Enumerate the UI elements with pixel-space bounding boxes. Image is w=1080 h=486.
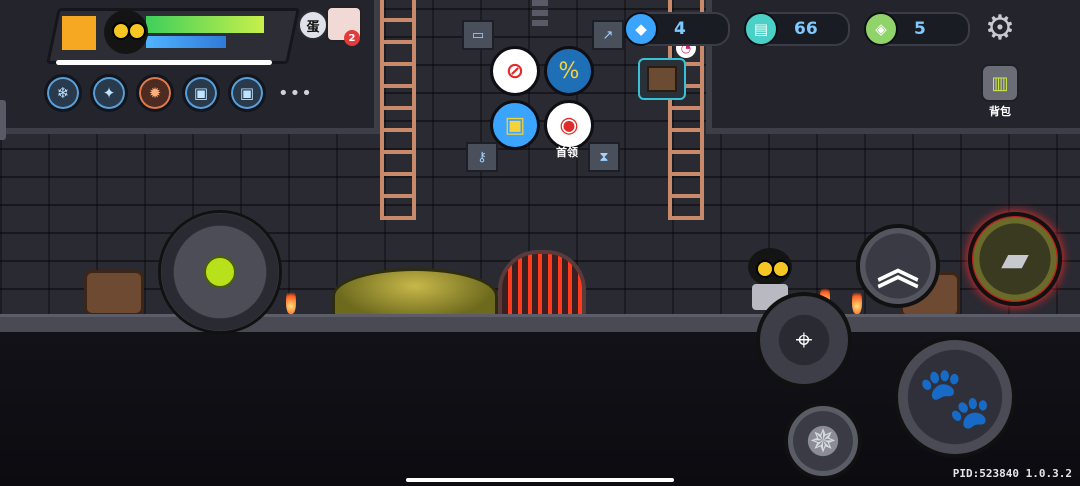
crate-icon bbox=[647, 66, 677, 92]
egg-chip: 蛋 bbox=[298, 10, 328, 40]
diamond-icon: ◆ bbox=[624, 12, 658, 46]
gun-icon: ▰ bbox=[1001, 238, 1029, 280]
skill-button[interactable]: ✵ bbox=[784, 402, 862, 480]
backpack-icon: ▥ bbox=[981, 64, 1019, 102]
side-drawer-handle[interactable] bbox=[0, 100, 6, 140]
double-chevron-up-icon: ︽ bbox=[876, 244, 919, 294]
scroll-icon[interactable]: ▭ bbox=[462, 20, 494, 50]
backpack-label: 背包 bbox=[989, 105, 1011, 118]
build-id: PID:523840 1.0.3.2 bbox=[952, 467, 1072, 480]
currency-diamond[interactable]: ◆ 4 bbox=[624, 12, 730, 46]
fire-hazard bbox=[852, 288, 862, 314]
boss-icon[interactable]: ◉ bbox=[544, 100, 594, 150]
weapon-switch-button[interactable]: ▰ bbox=[968, 212, 1062, 306]
ban-icon[interactable]: ⊘ bbox=[490, 46, 540, 96]
fire-hazard bbox=[286, 288, 296, 314]
key-icon[interactable]: ⚷ bbox=[466, 142, 498, 172]
gem-icon: ◈ bbox=[864, 12, 898, 46]
chip-buff-icon[interactable]: ▣ bbox=[182, 74, 220, 112]
buff-list: ❄ ✦ ✹ ▣ ▣ ••• bbox=[44, 74, 313, 112]
player-status bbox=[46, 8, 300, 68]
paw-icon: 🐾 bbox=[917, 362, 993, 433]
fire-buff-icon[interactable]: ✹ bbox=[136, 74, 174, 112]
barrel bbox=[84, 270, 144, 316]
jump-button[interactable]: ︽ bbox=[856, 224, 940, 308]
pet-slot[interactable]: 蛋 2 bbox=[298, 6, 362, 46]
experience-bar bbox=[56, 60, 272, 65]
spirit-buff-icon[interactable]: ✦ bbox=[90, 74, 128, 112]
ticket-icon: ▤ bbox=[744, 12, 778, 46]
armor-gauge bbox=[62, 16, 96, 50]
sword-icon[interactable]: ↗ bbox=[592, 20, 624, 50]
treasure-chest-icon[interactable]: ▣ bbox=[490, 100, 540, 150]
item-menu: ▭ ↗ ⚷ ⧗ ⊘ % ▣ ◉ 首领 bbox=[462, 20, 624, 176]
boss-label: 首领 bbox=[556, 146, 578, 159]
discount-bag-icon[interactable]: % bbox=[544, 46, 594, 96]
energy-bar bbox=[146, 36, 227, 48]
backpack-button[interactable]: ▥ 背包 bbox=[978, 64, 1022, 118]
hourglass-icon[interactable]: ⧗ bbox=[588, 142, 620, 172]
ticket-count: 66 bbox=[794, 19, 818, 39]
fire-grate bbox=[498, 250, 586, 324]
health-bar bbox=[146, 16, 265, 33]
crate-item[interactable] bbox=[638, 58, 686, 100]
gear-icon[interactable]: ⚙ bbox=[980, 8, 1020, 48]
aim-button[interactable]: ⌖ bbox=[756, 292, 852, 388]
gem-count: 5 bbox=[914, 19, 926, 39]
joystick-knob[interactable] bbox=[204, 256, 236, 288]
home-indicator[interactable] bbox=[406, 478, 674, 482]
more-buffs-button[interactable]: ••• bbox=[274, 83, 313, 104]
spin-blade-icon: ✵ bbox=[809, 422, 837, 460]
currency-ticket[interactable]: ▤ 66 bbox=[744, 12, 850, 46]
currency-gem[interactable]: ◈ 5 bbox=[864, 12, 970, 46]
ladder-left[interactable] bbox=[380, 0, 416, 220]
frost-buff-icon[interactable]: ❄ bbox=[44, 74, 82, 112]
diamond-count: 4 bbox=[674, 19, 686, 39]
attack-button[interactable]: 🐾 bbox=[894, 336, 1016, 458]
player-portrait[interactable] bbox=[104, 10, 148, 54]
pet-count-badge: 2 bbox=[344, 30, 360, 46]
chip-buff-icon[interactable]: ▣ bbox=[228, 74, 266, 112]
crosshair-icon: ⌖ bbox=[795, 322, 813, 358]
